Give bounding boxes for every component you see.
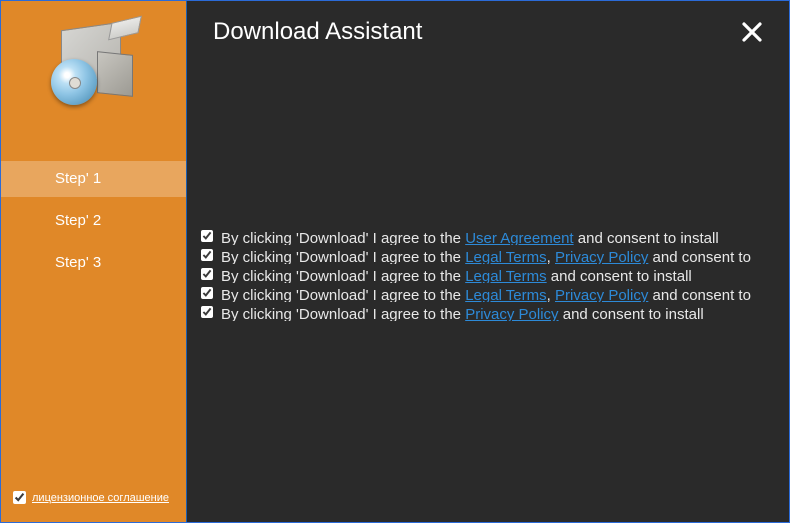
step-label: Step' 1	[55, 170, 101, 187]
step-label: Step' 2	[55, 212, 101, 229]
license-link[interactable]: лицензионное соглашение	[32, 492, 169, 504]
close-button[interactable]	[737, 17, 767, 47]
step-2[interactable]: Step' 2	[1, 203, 186, 239]
agreement-checkbox[interactable]	[201, 268, 213, 280]
agreement-checkbox[interactable]	[201, 230, 213, 242]
close-icon	[740, 20, 764, 44]
agreement-link[interactable]: Legal Terms	[465, 249, 546, 264]
step-label: Step' 3	[55, 254, 101, 271]
agreement-text: By clicking 'Download' I agree to the Pr…	[221, 303, 704, 321]
agreement-link[interactable]: User Agreement	[465, 230, 573, 245]
agreement-text: By clicking 'Download' I agree to the Le…	[221, 265, 692, 283]
agreement-link[interactable]: Legal Terms	[465, 287, 546, 302]
agreement-link[interactable]: Privacy Policy	[555, 249, 648, 264]
installer-package-icon	[49, 21, 139, 101]
step-list: Step' 1 Step' 2 Step' 3	[1, 161, 186, 281]
page-title: Download Assistant	[213, 18, 422, 46]
agreement-text: By clicking 'Download' I agree to the Le…	[221, 284, 751, 302]
agreement-link[interactable]: Privacy Policy	[465, 306, 558, 321]
agreement-text: By clicking 'Download' I agree to the Le…	[221, 246, 751, 264]
step-1[interactable]: Step' 1	[1, 161, 186, 197]
agreement-line: By clicking 'Download' I agree to the Le…	[201, 284, 771, 302]
agreement-line: By clicking 'Download' I agree to the Le…	[201, 265, 771, 283]
main-panel: Download Assistant By clicking 'Download…	[187, 1, 789, 522]
agreement-link[interactable]: Legal Terms	[465, 268, 546, 283]
installer-window: pcrisk.com Step' 1 Step' 2 Step' 3 лицен…	[0, 0, 790, 523]
title-bar: Download Assistant	[187, 1, 789, 47]
agreement-link[interactable]: Privacy Policy	[555, 287, 648, 302]
agreement-line: By clicking 'Download' I agree to the Us…	[201, 227, 771, 245]
agreement-checkbox[interactable]	[201, 287, 213, 299]
agreement-checkbox[interactable]	[201, 249, 213, 261]
agreement-text: By clicking 'Download' I agree to the Us…	[221, 227, 719, 245]
agreement-line: By clicking 'Download' I agree to the Pr…	[201, 303, 771, 321]
agreement-line: By clicking 'Download' I agree to the Le…	[201, 246, 771, 264]
step-3[interactable]: Step' 3	[1, 245, 186, 281]
agreement-list: By clicking 'Download' I agree to the Us…	[187, 227, 789, 322]
license-agreement-row: лицензионное соглашение	[13, 491, 169, 504]
license-checkbox[interactable]	[13, 491, 26, 504]
sidebar: Step' 1 Step' 2 Step' 3 лицензионное сог…	[1, 1, 187, 522]
agreement-checkbox[interactable]	[201, 306, 213, 318]
